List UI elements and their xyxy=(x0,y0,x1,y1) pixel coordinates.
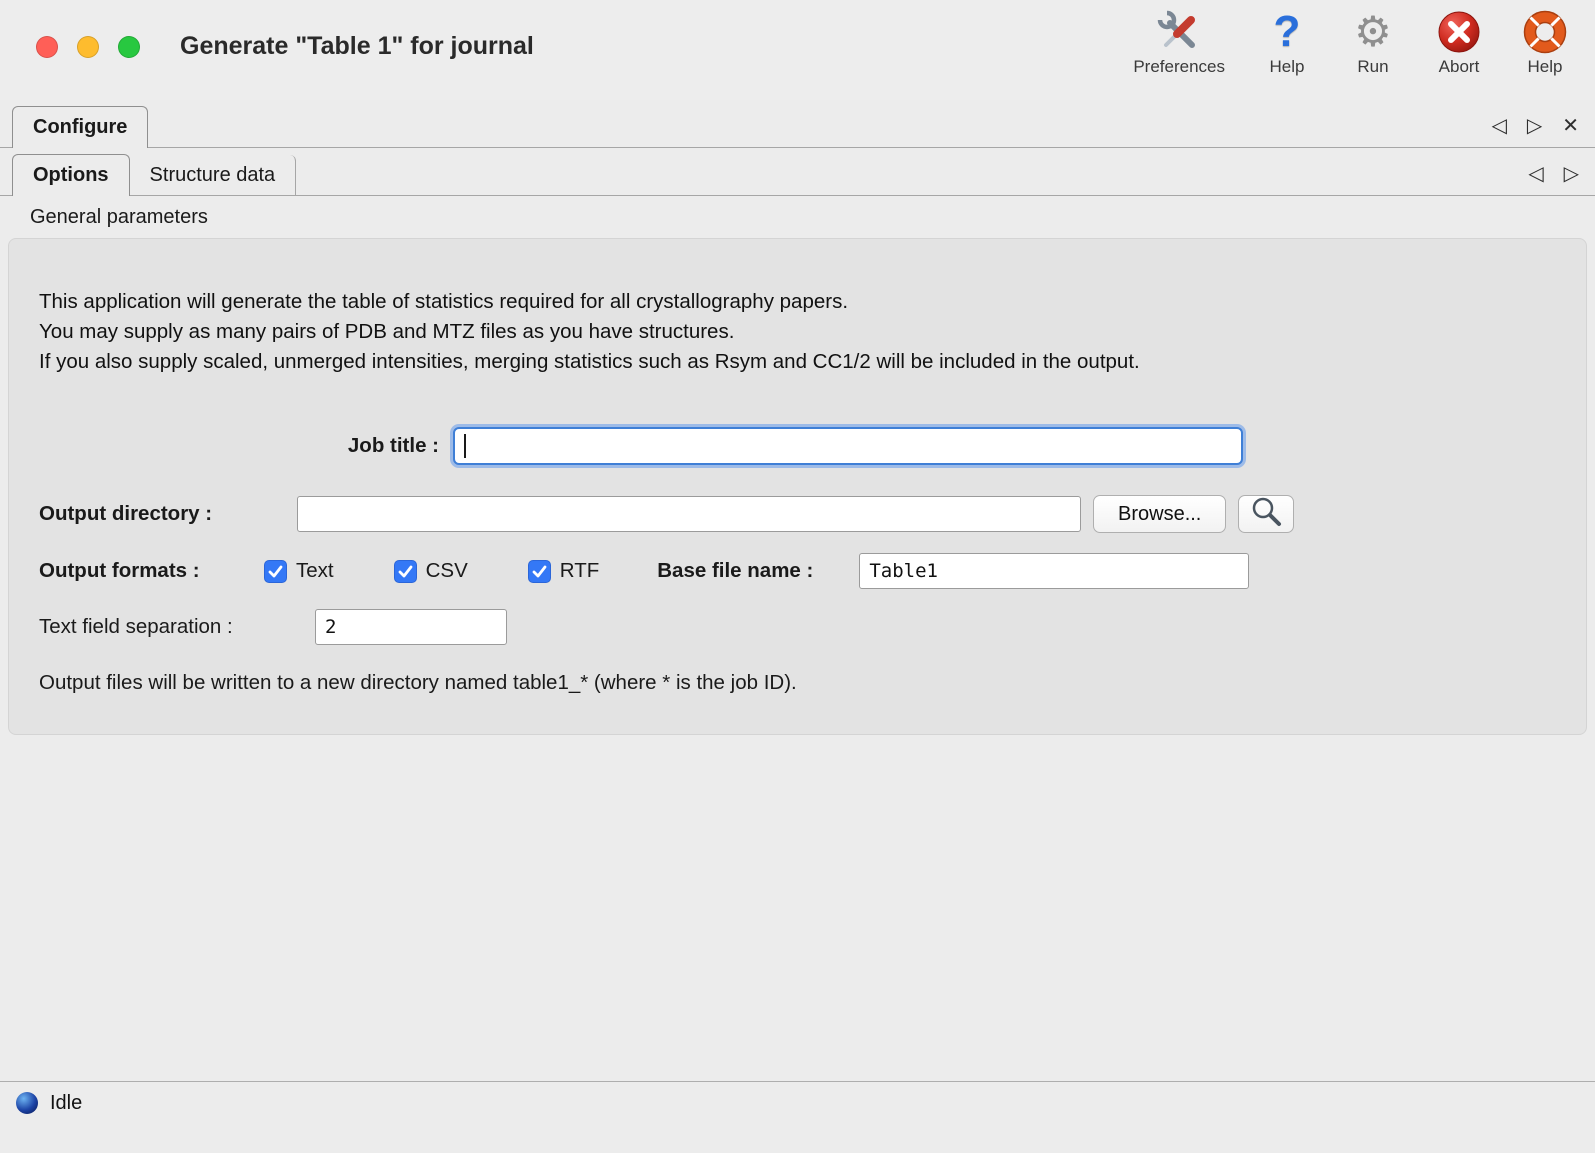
text-field-separation-label: Text field separation : xyxy=(39,615,315,639)
output-directory-input[interactable] xyxy=(297,496,1081,532)
output-note: Output files will be written to a new di… xyxy=(39,671,1556,695)
help-label: Help xyxy=(1270,57,1305,77)
output-directory-label: Output directory : xyxy=(39,502,297,526)
status-bar: Idle xyxy=(0,1081,1595,1153)
abort-button[interactable]: Abort xyxy=(1435,8,1483,77)
zoom-window-button[interactable] xyxy=(118,36,140,58)
job-title-label: Job title : xyxy=(39,434,439,458)
run-button[interactable]: ⚙ Run xyxy=(1349,8,1397,77)
help-button[interactable]: ? Help xyxy=(1263,8,1311,77)
preferences-icon xyxy=(1155,8,1203,56)
job-title-input[interactable] xyxy=(453,427,1243,465)
preferences-label: Preferences xyxy=(1133,57,1225,77)
tab-close-icon[interactable]: ✕ xyxy=(1562,115,1579,137)
empty-area xyxy=(0,735,1595,1081)
output-directory-row: Output directory : Browse... xyxy=(39,495,1556,533)
tab-structure-data[interactable]: Structure data xyxy=(130,155,297,195)
help-lifebuoy-button[interactable]: Help xyxy=(1521,8,1569,77)
tab-scroll-right-icon[interactable]: ▷ xyxy=(1527,115,1542,137)
close-window-button[interactable] xyxy=(36,36,58,58)
window-title: Generate "Table 1" for journal xyxy=(180,32,534,61)
output-formats-label: Output formats : xyxy=(39,559,264,583)
text-field-separation-input[interactable] xyxy=(315,609,507,645)
text-field-separation-row: Text field separation : xyxy=(39,609,1556,645)
app-window: Generate "Table 1" for journal Preferenc… xyxy=(0,0,1595,1153)
subtab-scroll-left-icon[interactable]: ◁ xyxy=(1528,163,1543,185)
run-gear-icon: ⚙ xyxy=(1349,8,1397,56)
lifebuoy-icon xyxy=(1521,8,1569,56)
base-file-name-input[interactable] xyxy=(859,553,1249,589)
directory-search-button[interactable] xyxy=(1238,495,1294,533)
output-formats-row: Output formats : Text CSV RTF Base fi xyxy=(39,553,1556,589)
section-title: General parameters xyxy=(0,196,1595,238)
description-line-2: You may supply as many pairs of PDB and … xyxy=(39,317,1556,347)
tab-scroll-left-icon[interactable]: ◁ xyxy=(1491,115,1506,137)
help-lifebuoy-label: Help xyxy=(1528,57,1563,77)
toolbar: Preferences ? Help ⚙ Run xyxy=(1133,8,1569,77)
status-indicator-icon xyxy=(16,1092,38,1114)
status-text: Idle xyxy=(50,1092,82,1114)
format-rtf-option: RTF xyxy=(528,559,599,583)
title-bar: Generate "Table 1" for journal Preferenc… xyxy=(0,0,1595,100)
main-tab-nav: ◁ ▷ ✕ xyxy=(1491,115,1579,137)
preferences-button[interactable]: Preferences xyxy=(1133,8,1225,77)
base-file-name-label: Base file name : xyxy=(657,559,813,583)
format-csv-option: CSV xyxy=(394,559,468,583)
minimize-window-button[interactable] xyxy=(77,36,99,58)
format-text-checkbox[interactable] xyxy=(264,560,287,583)
sub-tab-bar: Options Structure data ◁ ▷ xyxy=(0,148,1595,196)
description-text: This application will generate the table… xyxy=(39,239,1556,377)
subtab-scroll-right-icon[interactable]: ▷ xyxy=(1564,163,1579,185)
format-csv-label: CSV xyxy=(426,559,468,583)
job-title-row: Job title : xyxy=(39,427,1556,465)
traffic-lights xyxy=(36,36,140,58)
text-caret xyxy=(464,434,466,458)
format-rtf-label: RTF xyxy=(560,559,599,583)
description-line-1: This application will generate the table… xyxy=(39,287,1556,317)
format-csv-checkbox[interactable] xyxy=(394,560,417,583)
browse-button[interactable]: Browse... xyxy=(1093,495,1226,533)
sub-tab-nav: ◁ ▷ xyxy=(1528,163,1579,185)
general-parameters-panel: This application will generate the table… xyxy=(8,238,1587,735)
help-icon: ? xyxy=(1263,8,1311,56)
tab-options[interactable]: Options xyxy=(12,154,130,196)
run-label: Run xyxy=(1357,57,1388,77)
job-title-field-wrap xyxy=(453,427,1243,465)
tab-configure[interactable]: Configure xyxy=(12,106,148,148)
abort-label: Abort xyxy=(1439,57,1480,77)
main-tab-bar: Configure ◁ ▷ ✕ xyxy=(0,100,1595,148)
description-line-3: If you also supply scaled, unmerged inte… xyxy=(39,347,1556,377)
format-text-option: Text xyxy=(264,559,334,583)
abort-icon xyxy=(1435,8,1483,56)
magnifier-icon xyxy=(1249,494,1283,534)
format-rtf-checkbox[interactable] xyxy=(528,560,551,583)
format-text-label: Text xyxy=(296,559,334,583)
